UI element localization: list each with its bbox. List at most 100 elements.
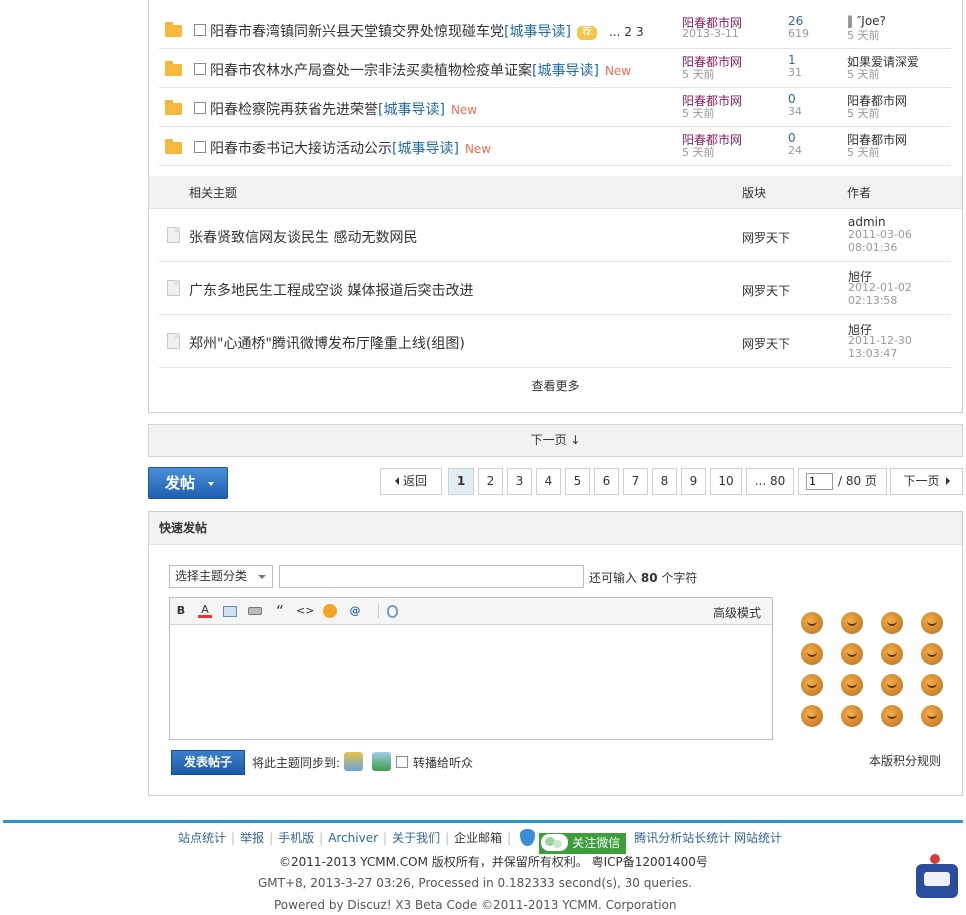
thread-replies[interactable]: 0: [788, 131, 796, 145]
smiley-icon[interactable]: [323, 604, 337, 618]
thread-title[interactable]: 阳春市春湾镇同新兴县天堂镇交界处惊现碰车党[城事导读] 荐... 2 3: [210, 21, 644, 41]
smiley-icon[interactable]: [921, 674, 943, 696]
smiley-icon[interactable]: [881, 705, 903, 727]
page-last[interactable]: ... 80: [746, 468, 794, 495]
thread-row[interactable]: 阳春市农林水产局查处一宗非法买卖植物检疫单证案[城事导读] New 阳春都市网 5…: [159, 49, 951, 88]
related-forum[interactable]: 网罗天下: [742, 282, 790, 299]
thread-type-link[interactable]: [城事导读]: [532, 63, 599, 79]
attachment-icon[interactable]: [387, 605, 398, 618]
smiley-icon[interactable]: [801, 674, 823, 696]
next-page-bar[interactable]: 下一页 ↓: [148, 424, 963, 457]
thread-row[interactable]: 阳春市春湾镇同新兴县天堂镇交界处惊现碰车党[城事导读] 荐... 2 3 阳春都市网 …: [159, 10, 951, 49]
smiley-icon[interactable]: [841, 674, 863, 696]
thread-type-link[interactable]: [城事导读]: [504, 24, 571, 40]
footer-link-stats[interactable]: 站点统计: [178, 831, 226, 845]
code-icon[interactable]: <>: [296, 604, 314, 618]
related-row[interactable]: 广东多地民生工程成空谈 媒体报道后突击改进 网罗天下 旭仔 2012-01-02…: [159, 262, 951, 315]
thread-replies[interactable]: 26: [788, 14, 803, 28]
page-6[interactable]: 6: [594, 468, 619, 495]
quote-icon[interactable]: “: [273, 604, 287, 619]
back-button[interactable]: 返回: [380, 468, 442, 495]
related-time: 08:01:36: [848, 241, 898, 254]
page-4[interactable]: 4: [536, 468, 561, 495]
footer-link-archiver[interactable]: Archiver: [328, 831, 378, 845]
thread-lastpost-user[interactable]: ‖ ″Joe?: [847, 14, 886, 28]
related-row[interactable]: 张春贤致信网友谈民生 感动无数网民 网罗天下 admin 2011-03-06 …: [159, 209, 951, 262]
smiley-icon[interactable]: [801, 612, 823, 634]
processing-info: GMT+8, 2013-3-27 03:26, Processed in 0.1…: [258, 876, 693, 890]
thread-type-link[interactable]: [城事导读]: [392, 141, 459, 157]
footer-link-mobile[interactable]: 手机版: [278, 831, 314, 845]
page-3[interactable]: 3: [507, 468, 532, 495]
powered-by: Powered by Discuz! X3 Beta Code ©2011-20…: [274, 898, 677, 912]
thread-row[interactable]: 阳春市委书记大接访活动公示[城事导读] New 阳春都市网 5 天前 0 24 阳…: [159, 127, 951, 166]
related-title[interactable]: 广东多地民生工程成空谈 媒体报道后突击改进: [189, 280, 473, 300]
footer-stats-links[interactable]: 腾讯分析站长统计 网站统计: [634, 831, 782, 845]
thread-checkbox[interactable]: [194, 63, 206, 75]
new-label: New: [450, 103, 478, 117]
smiley-icon[interactable]: [881, 674, 903, 696]
smiley-icon[interactable]: [921, 612, 943, 634]
page-10[interactable]: 10: [710, 468, 742, 495]
smiley-icon[interactable]: [921, 643, 943, 665]
subject-input[interactable]: [279, 565, 584, 588]
thread-checkbox[interactable]: [194, 102, 206, 114]
thread-replies[interactable]: 0: [788, 92, 796, 106]
next-page-button[interactable]: 下一页: [890, 468, 963, 495]
thread-title[interactable]: 阳春市委书记大接访活动公示[城事导读] New: [210, 138, 491, 158]
thread-title[interactable]: 阳春市农林水产局查处一宗非法买卖植物检疫单证案[城事导读] New: [210, 60, 631, 80]
page-1[interactable]: 1: [448, 468, 474, 495]
related-author[interactable]: admin: [848, 215, 886, 229]
thread-row[interactable]: 阳春检察院再获省先进荣誉[城事导读] New 阳春都市网 5 天前 0 34 阳春…: [159, 88, 951, 127]
thread-date: 5 天前: [682, 107, 715, 120]
related-title[interactable]: 张春贤致信网友谈民生 感动无数网民: [189, 227, 417, 247]
thread-replies[interactable]: 1: [788, 53, 796, 67]
thread-checkbox[interactable]: [194, 24, 206, 36]
shield-icon[interactable]: [520, 829, 536, 846]
related-col-topic: 相关主题: [189, 186, 238, 200]
footer-link-about[interactable]: 关于我们: [392, 831, 440, 845]
page-2[interactable]: 2: [478, 468, 503, 495]
smiley-icon[interactable]: [841, 612, 863, 634]
weibo-sync-icon[interactable]: [372, 752, 391, 771]
submit-post-button[interactable]: 发表帖子: [171, 750, 245, 775]
related-row[interactable]: 郑州"心通桥"腾讯微博发布厅隆重上线(组图) 网罗天下 旭仔 2011-12-3…: [159, 315, 951, 368]
related-forum[interactable]: 网罗天下: [742, 229, 790, 246]
page-7[interactable]: 7: [623, 468, 648, 495]
wechat-follow-button[interactable]: 关注微信: [539, 833, 627, 854]
mascot-icon[interactable]: [912, 852, 962, 904]
relay-checkbox[interactable]: [396, 756, 408, 768]
page-5[interactable]: 5: [565, 468, 590, 495]
smiley-icon[interactable]: [881, 612, 903, 634]
qzone-sync-icon[interactable]: [344, 752, 363, 771]
new-post-button[interactable]: 发帖: [148, 467, 228, 499]
at-icon[interactable]: @: [348, 604, 362, 618]
thread-pages[interactable]: ... 2 3: [605, 25, 644, 39]
page-9[interactable]: 9: [681, 468, 706, 495]
thread-type-link[interactable]: [城事导读]: [378, 102, 445, 118]
thread-title[interactable]: 阳春检察院再获省先进荣誉[城事导读] New: [210, 99, 477, 119]
page-8[interactable]: 8: [652, 468, 677, 495]
smiley-icon[interactable]: [881, 643, 903, 665]
related-forum[interactable]: 网罗天下: [742, 335, 790, 352]
image-icon[interactable]: [223, 606, 237, 617]
link-icon[interactable]: [248, 607, 262, 615]
advanced-mode-link[interactable]: 高级模式: [713, 604, 761, 621]
smiley-icon[interactable]: [801, 705, 823, 727]
smiley-icon[interactable]: [841, 643, 863, 665]
footer-link-report[interactable]: 举报: [240, 831, 264, 845]
smiley-icon[interactable]: [801, 643, 823, 665]
view-more-link[interactable]: 查看更多: [149, 377, 962, 394]
new-label: New: [464, 142, 492, 156]
font-color-icon[interactable]: A: [198, 604, 212, 618]
bold-icon[interactable]: B: [174, 604, 188, 618]
smiley-icon[interactable]: [841, 705, 863, 727]
message-editor[interactable]: B A “ <> @ 高级模式: [169, 597, 773, 740]
footer-link-mail[interactable]: 企业邮箱: [454, 831, 502, 845]
credit-rules-link[interactable]: 本版积分规则: [869, 752, 941, 769]
topic-type-select[interactable]: 选择主题分类: [169, 565, 273, 588]
thread-checkbox[interactable]: [194, 141, 206, 153]
page-number-input[interactable]: [806, 473, 833, 490]
related-title[interactable]: 郑州"心通桥"腾讯微博发布厅隆重上线(组图): [189, 333, 465, 353]
smiley-icon[interactable]: [921, 705, 943, 727]
